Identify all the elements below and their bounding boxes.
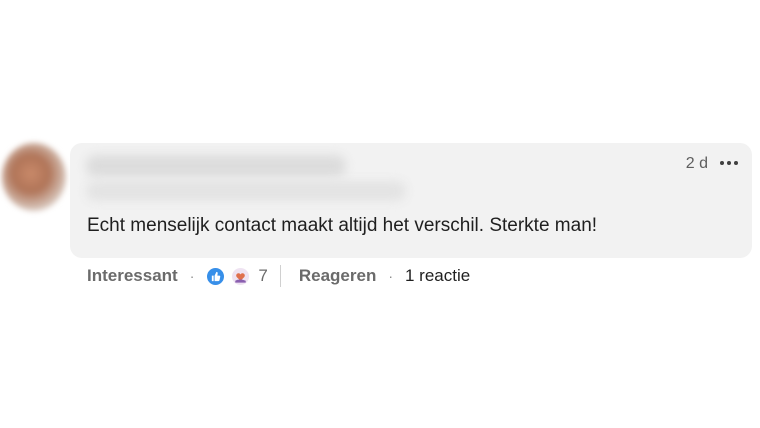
more-dot [734,161,738,165]
heart-hand-glyph [232,267,250,285]
avatar[interactable] [2,143,66,211]
love-reaction-icon[interactable] [231,266,251,286]
comment-timestamp: 2 d [685,155,708,172]
comment-thread: 2 d Echt menselijk contact maakt altijd … [0,0,760,428]
reaction-count[interactable]: 7 [258,266,267,286]
comment-text: Echt menselijk contact maakt altijd het … [87,215,598,236]
replies-count-link[interactable]: 1 reactie [405,266,470,286]
reply-button[interactable]: Reageren [299,266,376,286]
comment-bubble: 2 d Echt menselijk contact maakt altijd … [70,143,752,258]
comment-actions: Interessant · 7 Reageren · 1 reactie [87,264,470,288]
author-headline-redacted [86,181,406,201]
like-reaction-icon[interactable] [206,266,226,286]
react-button[interactable]: Interessant [87,266,178,286]
author-name-redacted[interactable] [86,155,346,177]
separator-dot: · [189,268,195,284]
divider [279,265,281,287]
more-dot [720,161,724,165]
more-options-icon[interactable] [716,153,742,173]
separator-dot: · [388,268,393,284]
thumbs-up-glyph [212,271,221,281]
more-dot [727,161,731,165]
